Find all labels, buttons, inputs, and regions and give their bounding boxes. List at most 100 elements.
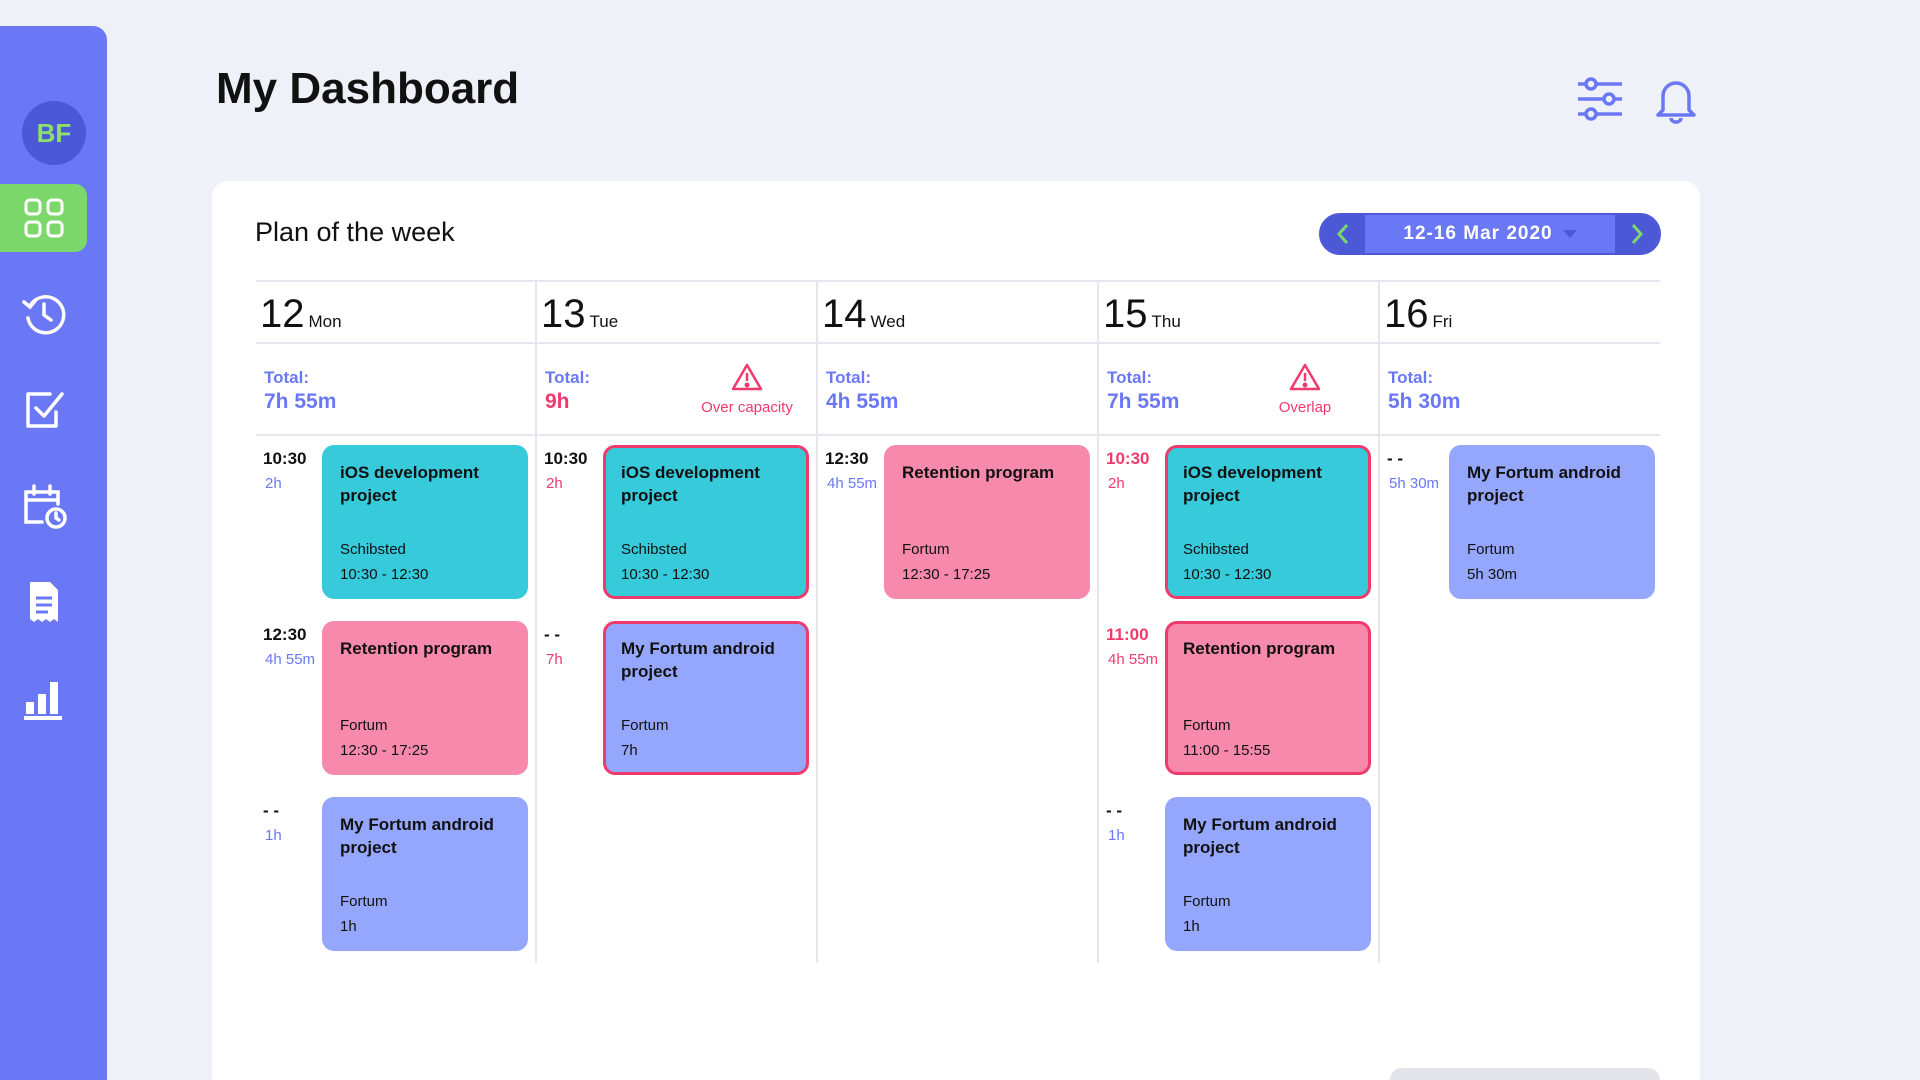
bar-chart-icon xyxy=(23,682,62,720)
task-card[interactable]: Retention program Fortum 12:30 - 17:25 xyxy=(884,445,1090,599)
day-number: 13 xyxy=(541,292,586,336)
day-column-fri: 16 Fri Total: 5h 30m - - 5h 30m My Fortum… xyxy=(1380,282,1661,963)
task-time: 5h 30m xyxy=(1467,566,1518,583)
over-capacity-warning: Over capacity xyxy=(682,362,812,416)
total-label: Total: xyxy=(545,368,591,387)
warning-text: Over capacity xyxy=(701,399,793,416)
day-name: Tue xyxy=(589,312,619,331)
slot-time: 10:30 xyxy=(263,449,307,468)
slot-time: 10:30 xyxy=(1106,449,1150,468)
task-title: Retention program xyxy=(902,463,1055,482)
task-client: Fortum xyxy=(1183,893,1231,910)
slot-time: 12:30 xyxy=(825,449,869,468)
slot-duration: 2h xyxy=(546,475,563,492)
slot-duration: 1h xyxy=(1108,827,1125,844)
total-label: Total: xyxy=(1388,368,1434,387)
task-client: Fortum xyxy=(621,717,669,734)
task-card[interactable]: Retention program Fortum 11:00 - 15:55 xyxy=(1165,621,1371,775)
task-title: iOS development project xyxy=(1183,463,1322,505)
task-card[interactable]: iOS development project Schibsted 10:30 … xyxy=(322,445,528,599)
task-time: 11:00 - 15:55 xyxy=(1183,742,1271,759)
day-header: 13 Tue xyxy=(541,292,618,342)
sidebar-item-dashboard[interactable] xyxy=(0,184,87,252)
slot-time: - - xyxy=(1387,449,1404,468)
slot-time: 10:30 xyxy=(544,449,588,468)
total-value: 9h xyxy=(545,390,570,413)
day-name: Mon xyxy=(308,312,342,331)
week-range-dropdown[interactable]: 12-16 Mar 2020 xyxy=(1365,223,1615,245)
chevron-left-icon xyxy=(1336,224,1349,244)
prev-week-button[interactable] xyxy=(1321,215,1365,253)
day-name: Thu xyxy=(1151,312,1181,331)
document-icon xyxy=(29,582,58,622)
task-client: Schibsted xyxy=(621,541,687,558)
task-time: 1h xyxy=(340,918,357,935)
chevron-right-icon xyxy=(1631,224,1644,244)
week-range-label: 12-16 Mar 2020 xyxy=(1403,223,1553,244)
task-card[interactable]: My Fortum android project Fortum 5h 30m xyxy=(1449,445,1655,599)
total-value: 7h 55m xyxy=(1107,390,1180,413)
sidebar-item-tasks[interactable] xyxy=(0,376,87,444)
day-column-mon: 12 Mon Total: 7h 55m 10:30 2h iOS develop… xyxy=(256,282,537,963)
task-title: My Fortum android project xyxy=(621,639,775,681)
slot-duration: 4h 55m xyxy=(265,651,316,668)
task-client: Fortum xyxy=(340,893,388,910)
warning-text: Overlap xyxy=(1278,399,1332,416)
warning-triangle-icon xyxy=(731,363,763,391)
grid-icon xyxy=(24,198,63,238)
task-title: iOS development project xyxy=(621,463,760,505)
task-time: 12:30 - 17:25 xyxy=(340,742,429,759)
day-name: Fri xyxy=(1432,312,1453,331)
avatar[interactable]: BF xyxy=(22,101,86,165)
task-client: Schibsted xyxy=(1183,541,1249,558)
week-plan-card: Plan of the week 12-16 Mar 2020 12 Mon To… xyxy=(212,181,1700,1080)
caret-down-icon xyxy=(1562,229,1577,238)
task-time: 10:30 - 12:30 xyxy=(1183,566,1272,583)
day-column-thu: 15 Thu Total: 7h 55m Overlap 10:30 2h iOS… xyxy=(1099,282,1380,963)
scrollbar[interactable] xyxy=(1390,1068,1660,1080)
slot-time: - - xyxy=(263,801,280,820)
day-number: 16 xyxy=(1384,292,1429,336)
slot-duration: 2h xyxy=(265,475,282,492)
day-column-tue: 13 Tue Total: 9h Over capacity 10:30 2h i… xyxy=(537,282,818,963)
day-header: 12 Mon xyxy=(260,292,342,342)
day-name: Wed xyxy=(870,312,906,331)
task-card[interactable]: My Fortum android project Fortum 1h xyxy=(322,797,528,951)
day-header: 14 Wed xyxy=(822,292,905,342)
task-client: Fortum xyxy=(902,541,950,558)
next-week-button[interactable] xyxy=(1615,215,1659,253)
task-card[interactable]: Retention program Fortum 12:30 - 17:25 xyxy=(322,621,528,775)
slot-time: 12:30 xyxy=(263,625,307,644)
checklist-icon xyxy=(25,392,64,428)
slot-duration: 5h 30m xyxy=(1389,475,1440,492)
slot-time: - - xyxy=(544,625,561,644)
task-time: 10:30 - 12:30 xyxy=(340,566,429,583)
bell-icon[interactable] xyxy=(1651,74,1701,124)
page-title: My Dashboard xyxy=(216,64,520,113)
slot-duration: 1h xyxy=(265,827,282,844)
task-card[interactable]: My Fortum android project Fortum 7h xyxy=(603,621,809,775)
task-card[interactable]: iOS development project Schibsted 10:30 … xyxy=(603,445,809,599)
filter-sliders-icon[interactable] xyxy=(1575,74,1625,124)
day-column-wed: 14 Wed Total: 4h 55m 12:30 4h 55m Retenti… xyxy=(818,282,1099,963)
week-grid: 12 Mon Total: 7h 55m 10:30 2h iOS develop… xyxy=(256,280,1661,963)
sidebar-item-history[interactable] xyxy=(0,280,87,348)
slot-duration: 7h xyxy=(546,651,563,668)
task-card[interactable]: My Fortum android project Fortum 1h xyxy=(1165,797,1371,951)
task-title: My Fortum android project xyxy=(340,815,494,857)
task-time: 1h xyxy=(1183,918,1200,935)
sidebar-item-reports[interactable] xyxy=(0,664,87,732)
total-label: Total: xyxy=(264,368,310,387)
slot-time: 11:00 xyxy=(1106,625,1149,644)
task-title: My Fortum android project xyxy=(1467,463,1621,505)
day-header: 15 Thu xyxy=(1103,292,1181,342)
task-title: Retention program xyxy=(1183,639,1336,658)
total-label: Total: xyxy=(826,368,872,387)
task-client: Fortum xyxy=(1183,717,1231,734)
sidebar-item-documents[interactable] xyxy=(0,568,87,636)
day-number: 14 xyxy=(822,292,867,336)
card-title: Plan of the week xyxy=(255,217,455,247)
task-card[interactable]: iOS development project Schibsted 10:30 … xyxy=(1165,445,1371,599)
sidebar-item-schedule[interactable] xyxy=(0,472,87,540)
day-number: 12 xyxy=(260,292,305,336)
